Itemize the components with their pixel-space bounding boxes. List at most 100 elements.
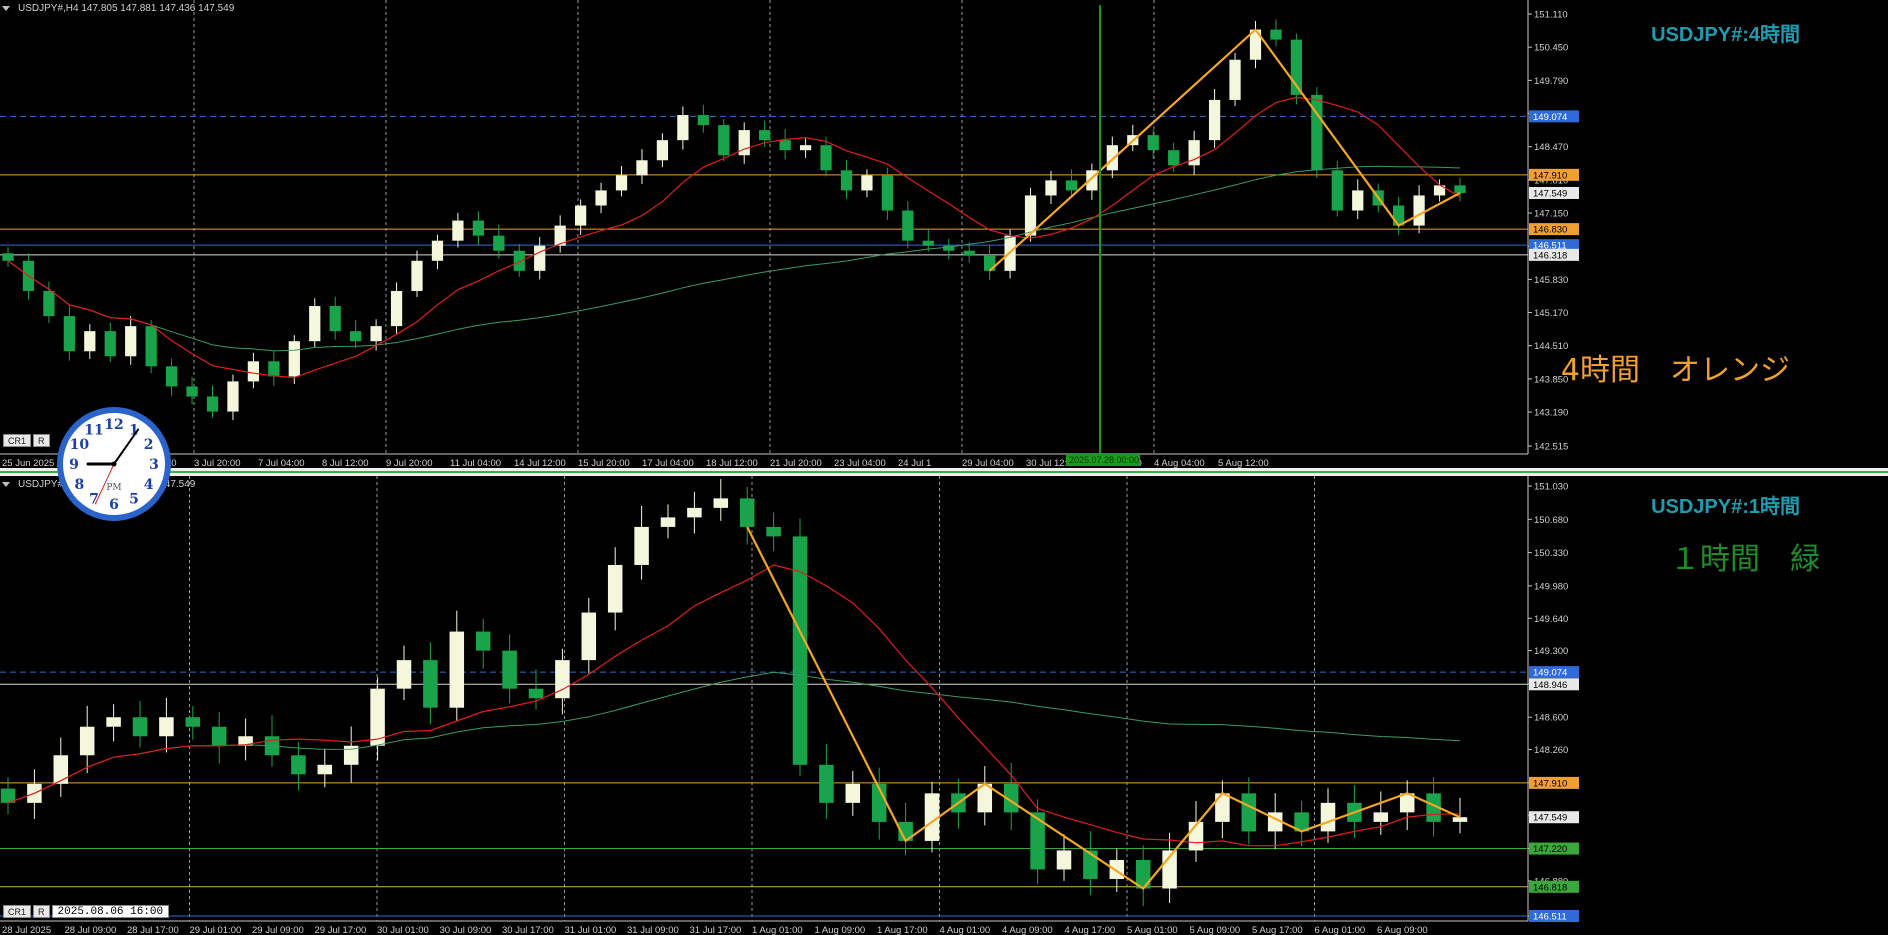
y-tick-label: 142.515 <box>1534 442 1568 453</box>
x-tick-label: 31 Jul 17:00 <box>690 925 742 935</box>
candle-body <box>1208 99 1221 141</box>
candle-body <box>634 526 649 565</box>
x-tick-label: 29 Jul 04:00 <box>962 458 1014 468</box>
clock-ampm: PM <box>106 483 121 493</box>
candle-body <box>595 190 607 206</box>
price-label-text: 146.511 <box>1533 912 1567 923</box>
moving-average-fast <box>7 96 1461 379</box>
h4-chart-canvas[interactable]: 25 Jun 20251 Jul 04:002 Jul 12:003 Jul 2… <box>0 0 1888 468</box>
y-tick-label: 149.300 <box>1534 646 1568 657</box>
clock-number: 10 <box>70 437 90 453</box>
price-label-text: 147.549 <box>1533 813 1567 824</box>
r-button[interactable]: R <box>33 434 50 447</box>
candle-body <box>766 526 781 537</box>
candle-body <box>902 210 914 241</box>
candle-body <box>1215 793 1230 822</box>
candle-body <box>247 361 260 382</box>
candle-body <box>106 717 121 727</box>
x-tick-label: 7 Jul 04:00 <box>258 458 304 468</box>
price-label-text: 146.318 <box>1533 250 1567 261</box>
candle-body <box>452 220 464 241</box>
candle-body <box>963 250 975 256</box>
candle-body <box>502 650 517 689</box>
candle-body <box>125 326 137 357</box>
candle-body <box>1352 190 1364 211</box>
candle-body <box>820 145 832 171</box>
candle-body <box>317 764 333 775</box>
moving-average-slow <box>7 165 1461 352</box>
h1-chart-canvas[interactable]: 28 Jul 2025 28 Jul 09:00 28 Jul 17:00 29 Ju… <box>0 476 1888 935</box>
clock-number: 3 <box>149 457 159 473</box>
candle-body <box>845 783 861 803</box>
price-label-text: 147.549 <box>1533 188 1567 199</box>
collapse-triangle-icon[interactable] <box>2 482 10 487</box>
cr1-button[interactable]: CR1 <box>3 434 32 447</box>
candle-body <box>739 498 755 527</box>
candle-body <box>370 326 382 342</box>
candle-body <box>411 260 423 291</box>
y-tick-label: 145.830 <box>1534 275 1568 286</box>
zigzag-line <box>746 526 1461 890</box>
collapse-triangle-icon[interactable] <box>2 6 10 11</box>
candle-body <box>1106 145 1118 171</box>
r-button[interactable]: R <box>33 905 50 918</box>
candle-body <box>738 130 750 156</box>
candle-body <box>84 331 96 352</box>
x-tick-label: 31 Jul 01:00 <box>565 925 617 935</box>
candle-body <box>687 507 702 518</box>
x-tick-label: 30 Jul 17:00 <box>502 925 554 935</box>
candle-body <box>1109 859 1125 879</box>
candle-body <box>1270 29 1282 40</box>
h4-chart-panel[interactable]: 25 Jun 20251 Jul 04:002 Jul 12:003 Jul 2… <box>0 0 1888 468</box>
candle-body <box>2 253 14 261</box>
h4-ohlc-readout: USDJPY#,H4 147.805 147.881 147.436 147.5… <box>18 3 235 14</box>
x-tick-label: 1 Aug 17:00 <box>877 925 928 935</box>
cr1-button[interactable]: CR1 <box>3 905 32 918</box>
x-tick-label: 11 Jul 04:00 <box>450 458 501 468</box>
h1-chart-panel[interactable]: 28 Jul 2025 28 Jul 09:00 28 Jul 17:00 29 Ju… <box>0 476 1888 935</box>
y-tick-label: 149.980 <box>1534 581 1568 592</box>
analog-clock: 12 1 2 3 4 5 6 7 8 9 10 11 PM <box>55 405 173 523</box>
candle-body <box>1065 180 1078 191</box>
h4-symbol-title: USDJPY#:4時間 <box>1651 24 1800 46</box>
candle-body <box>472 220 484 236</box>
candle-body <box>186 386 198 397</box>
x-tick-label: 3 Jul 20:00 <box>194 458 240 468</box>
candle-body <box>268 361 280 377</box>
clock-number: 6 <box>109 497 119 513</box>
y-tick-label: 150.330 <box>1534 548 1568 559</box>
x-tick-label: 24 Jul 1 <box>898 458 931 468</box>
x-tick-label: 9 Jul 20:00 <box>386 458 432 468</box>
x-tick-label: 6 Aug 01:00 <box>1315 925 1366 935</box>
x-tick-label: 4 Aug 04:00 <box>1154 458 1205 468</box>
candle-body <box>1454 185 1466 193</box>
price-label-text: 147.910 <box>1533 170 1567 181</box>
x-tick-label: 23 Jul 04:00 <box>834 458 886 468</box>
price-label-text: 148.946 <box>1533 680 1567 691</box>
y-tick-label: 150.450 <box>1534 43 1568 54</box>
candle-body <box>211 726 227 746</box>
candle-body <box>185 717 201 727</box>
panel-divider[interactable] <box>0 468 1888 476</box>
x-tick-label: 4 Aug 01:00 <box>940 925 991 935</box>
candle-body <box>615 175 628 191</box>
time-marker-text: 2025.07.28 00:00 <box>1069 455 1139 465</box>
candle-body <box>53 755 69 784</box>
candle-body <box>1056 850 1072 870</box>
candle-body <box>396 660 412 689</box>
y-tick-label: 151.110 <box>1534 10 1568 21</box>
candle-body <box>1147 135 1159 151</box>
candle-body <box>534 245 546 271</box>
candle-body <box>43 290 55 317</box>
h1-button-row: CR1 R 2025.08.06 16:00 <box>3 905 170 919</box>
y-tick-label: 148.600 <box>1534 713 1568 724</box>
candle-body <box>656 140 669 161</box>
clock-number: 11 <box>84 422 103 438</box>
candle-body <box>677 115 689 141</box>
x-tick-label: 30 Jul 09:00 <box>440 925 492 935</box>
candle-body <box>636 160 648 176</box>
x-tick-label: 5 Aug 09:00 <box>1190 925 1241 935</box>
candle-body <box>581 612 597 661</box>
candle-body <box>574 205 587 226</box>
datetime-box[interactable]: 2025.08.06 16:00 <box>51 905 170 918</box>
